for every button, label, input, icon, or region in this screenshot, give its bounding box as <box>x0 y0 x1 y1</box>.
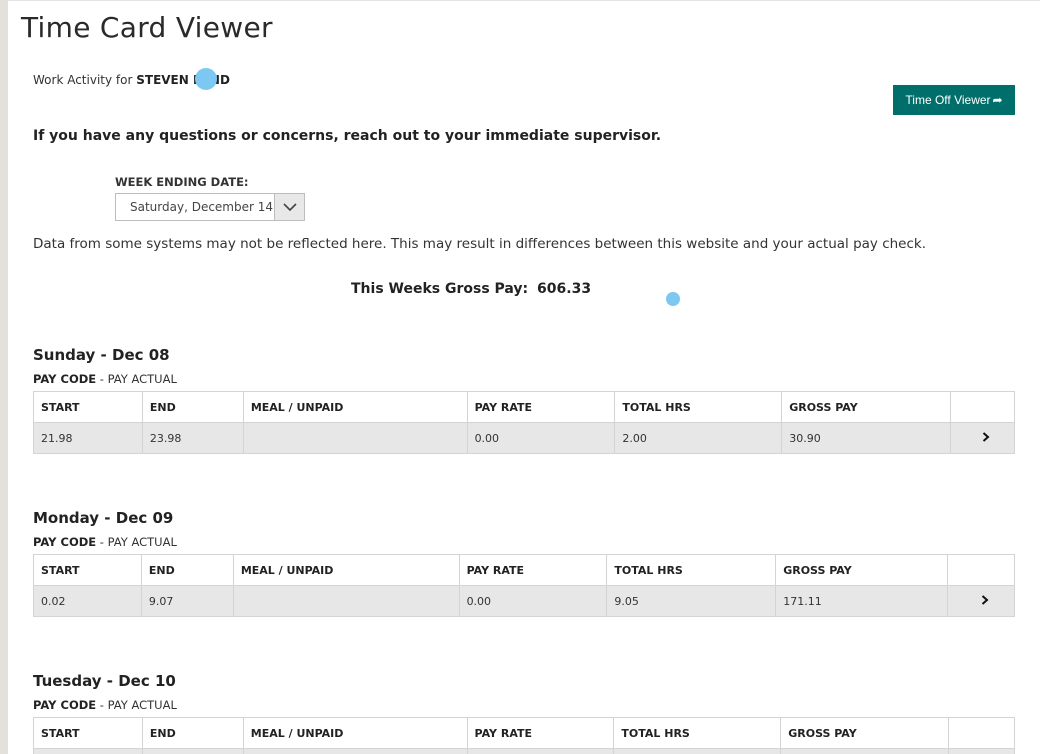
column-header-action <box>950 391 1015 423</box>
cell-action[interactable] <box>948 748 1015 754</box>
cell-end: 9.07 <box>140 585 234 617</box>
column-header-start: START <box>33 717 143 749</box>
table-row[interactable] <box>33 748 1015 754</box>
cell-total-hrs: 2.00 <box>614 422 783 454</box>
cursor-dot <box>195 68 217 90</box>
column-header-pay-rate: PAY RATE <box>466 717 615 749</box>
column-header-gross-pay: GROSS PAY <box>781 391 952 423</box>
weekly-gross-pay: This Weeks Gross Pay: 606.33 <box>347 281 591 297</box>
week-ending-select[interactable]: Saturday, December 14, 2019 <box>115 193 305 221</box>
column-header-meal: MEAL / UNPAID <box>242 717 468 749</box>
table-row[interactable]: 0.02 9.07 0.00 9.05 171.11 <box>33 585 1015 617</box>
cursor-dot <box>666 292 680 306</box>
column-header-total-hrs: TOTAL HRS <box>606 554 777 586</box>
pay-code-line: PAY CODE - PAY ACTUAL <box>33 372 1015 386</box>
left-rail <box>0 0 8 754</box>
column-header-pay-rate: PAY RATE <box>466 391 616 423</box>
chevron-right-icon[interactable] <box>950 422 1015 454</box>
pay-code-label: PAY CODE <box>33 698 97 712</box>
day-section-tuesday: Tuesday - Dec 10 PAY CODE - PAY ACTUAL S… <box>33 672 1015 754</box>
pay-code-line: PAY CODE - PAY ACTUAL <box>33 535 1015 549</box>
cell-end <box>141 748 244 754</box>
day-section-monday: Monday - Dec 09 PAY CODE - PAY ACTUAL ST… <box>33 509 1015 617</box>
cell-total-hrs: 9.05 <box>606 585 777 617</box>
cell-start: 21.98 <box>33 422 143 454</box>
time-off-viewer-label: Time Off Viewer <box>905 93 991 107</box>
cell-meal <box>232 585 460 617</box>
column-header-meal: MEAL / UNPAID <box>242 391 468 423</box>
pay-code-line: PAY CODE - PAY ACTUAL <box>33 698 1015 712</box>
column-header-gross-pay: GROSS PAY <box>780 717 950 749</box>
data-disclaimer: Data from some systems may not be reflec… <box>33 236 927 252</box>
cell-meal <box>242 422 468 454</box>
cell-gross-pay: 171.11 <box>775 585 949 617</box>
day-title: Monday - Dec 09 <box>33 509 174 527</box>
supervisor-notice: If you have any questions or concerns, r… <box>33 128 662 144</box>
chevron-right-icon[interactable] <box>947 585 1015 617</box>
pay-code-label: PAY CODE <box>33 535 97 549</box>
day-title: Sunday - Dec 08 <box>33 346 170 364</box>
column-header-end: END <box>141 391 244 423</box>
cell-pay-rate: 0.00 <box>466 422 616 454</box>
cell-gross-pay <box>780 748 950 754</box>
column-header-pay-rate: PAY RATE <box>458 554 608 586</box>
column-header-action <box>948 717 1015 749</box>
cell-end: 23.98 <box>141 422 244 454</box>
gross-pay-value: 606.33 <box>537 281 592 297</box>
cell-total-hrs <box>613 748 782 754</box>
column-header-end: END <box>140 554 234 586</box>
pay-code-value: - PAY ACTUAL <box>99 372 177 386</box>
gross-pay-label: This Weeks Gross Pay: <box>351 281 529 297</box>
cell-start <box>33 748 143 754</box>
chevron-down-icon[interactable] <box>274 194 304 220</box>
share-arrow-icon: ➦ <box>992 93 1003 107</box>
table-row[interactable]: 21.98 23.98 0.00 2.00 30.90 <box>33 422 1015 454</box>
pay-code-value: - PAY ACTUAL <box>99 698 177 712</box>
time-card-table: START END MEAL / UNPAID PAY RATE TOTAL H… <box>33 391 1015 454</box>
table-header-row: START END MEAL / UNPAID PAY RATE TOTAL H… <box>33 717 1015 749</box>
work-activity-prefix: Work Activity for <box>33 73 133 87</box>
column-header-action <box>947 554 1015 586</box>
day-section-sunday: Sunday - Dec 08 PAY CODE - PAY ACTUAL ST… <box>33 346 1015 454</box>
table-header-row: START END MEAL / UNPAID PAY RATE TOTAL H… <box>33 554 1015 586</box>
column-header-meal: MEAL / UNPAID <box>232 554 460 586</box>
cell-gross-pay: 30.90 <box>781 422 952 454</box>
week-ending-value: Saturday, December 14, 2019 <box>130 200 274 214</box>
time-card-table: START END MEAL / UNPAID PAY RATE TOTAL H… <box>33 717 1015 754</box>
time-card-table: START END MEAL / UNPAID PAY RATE TOTAL H… <box>33 554 1015 617</box>
pay-code-label: PAY CODE <box>33 372 97 386</box>
time-off-viewer-button[interactable]: Time Off Viewer ➦ <box>893 85 1015 115</box>
cell-pay-rate <box>466 748 615 754</box>
day-title: Tuesday - Dec 10 <box>33 672 176 690</box>
column-header-start: START <box>33 554 142 586</box>
cell-pay-rate: 0.00 <box>458 585 608 617</box>
column-header-gross-pay: GROSS PAY <box>775 554 949 586</box>
table-header-row: START END MEAL / UNPAID PAY RATE TOTAL H… <box>33 391 1015 423</box>
cell-meal <box>242 748 468 754</box>
week-ending-label: WEEK ENDING DATE: <box>115 175 249 189</box>
column-header-start: START <box>33 391 143 423</box>
time-card-page: Time Card Viewer Work Activity for STEVE… <box>8 0 1040 754</box>
column-header-total-hrs: TOTAL HRS <box>614 391 783 423</box>
column-header-total-hrs: TOTAL HRS <box>613 717 782 749</box>
page-title: Time Card Viewer <box>21 11 273 44</box>
pay-code-value: - PAY ACTUAL <box>99 535 177 549</box>
column-header-end: END <box>141 717 244 749</box>
cell-start: 0.02 <box>33 585 142 617</box>
